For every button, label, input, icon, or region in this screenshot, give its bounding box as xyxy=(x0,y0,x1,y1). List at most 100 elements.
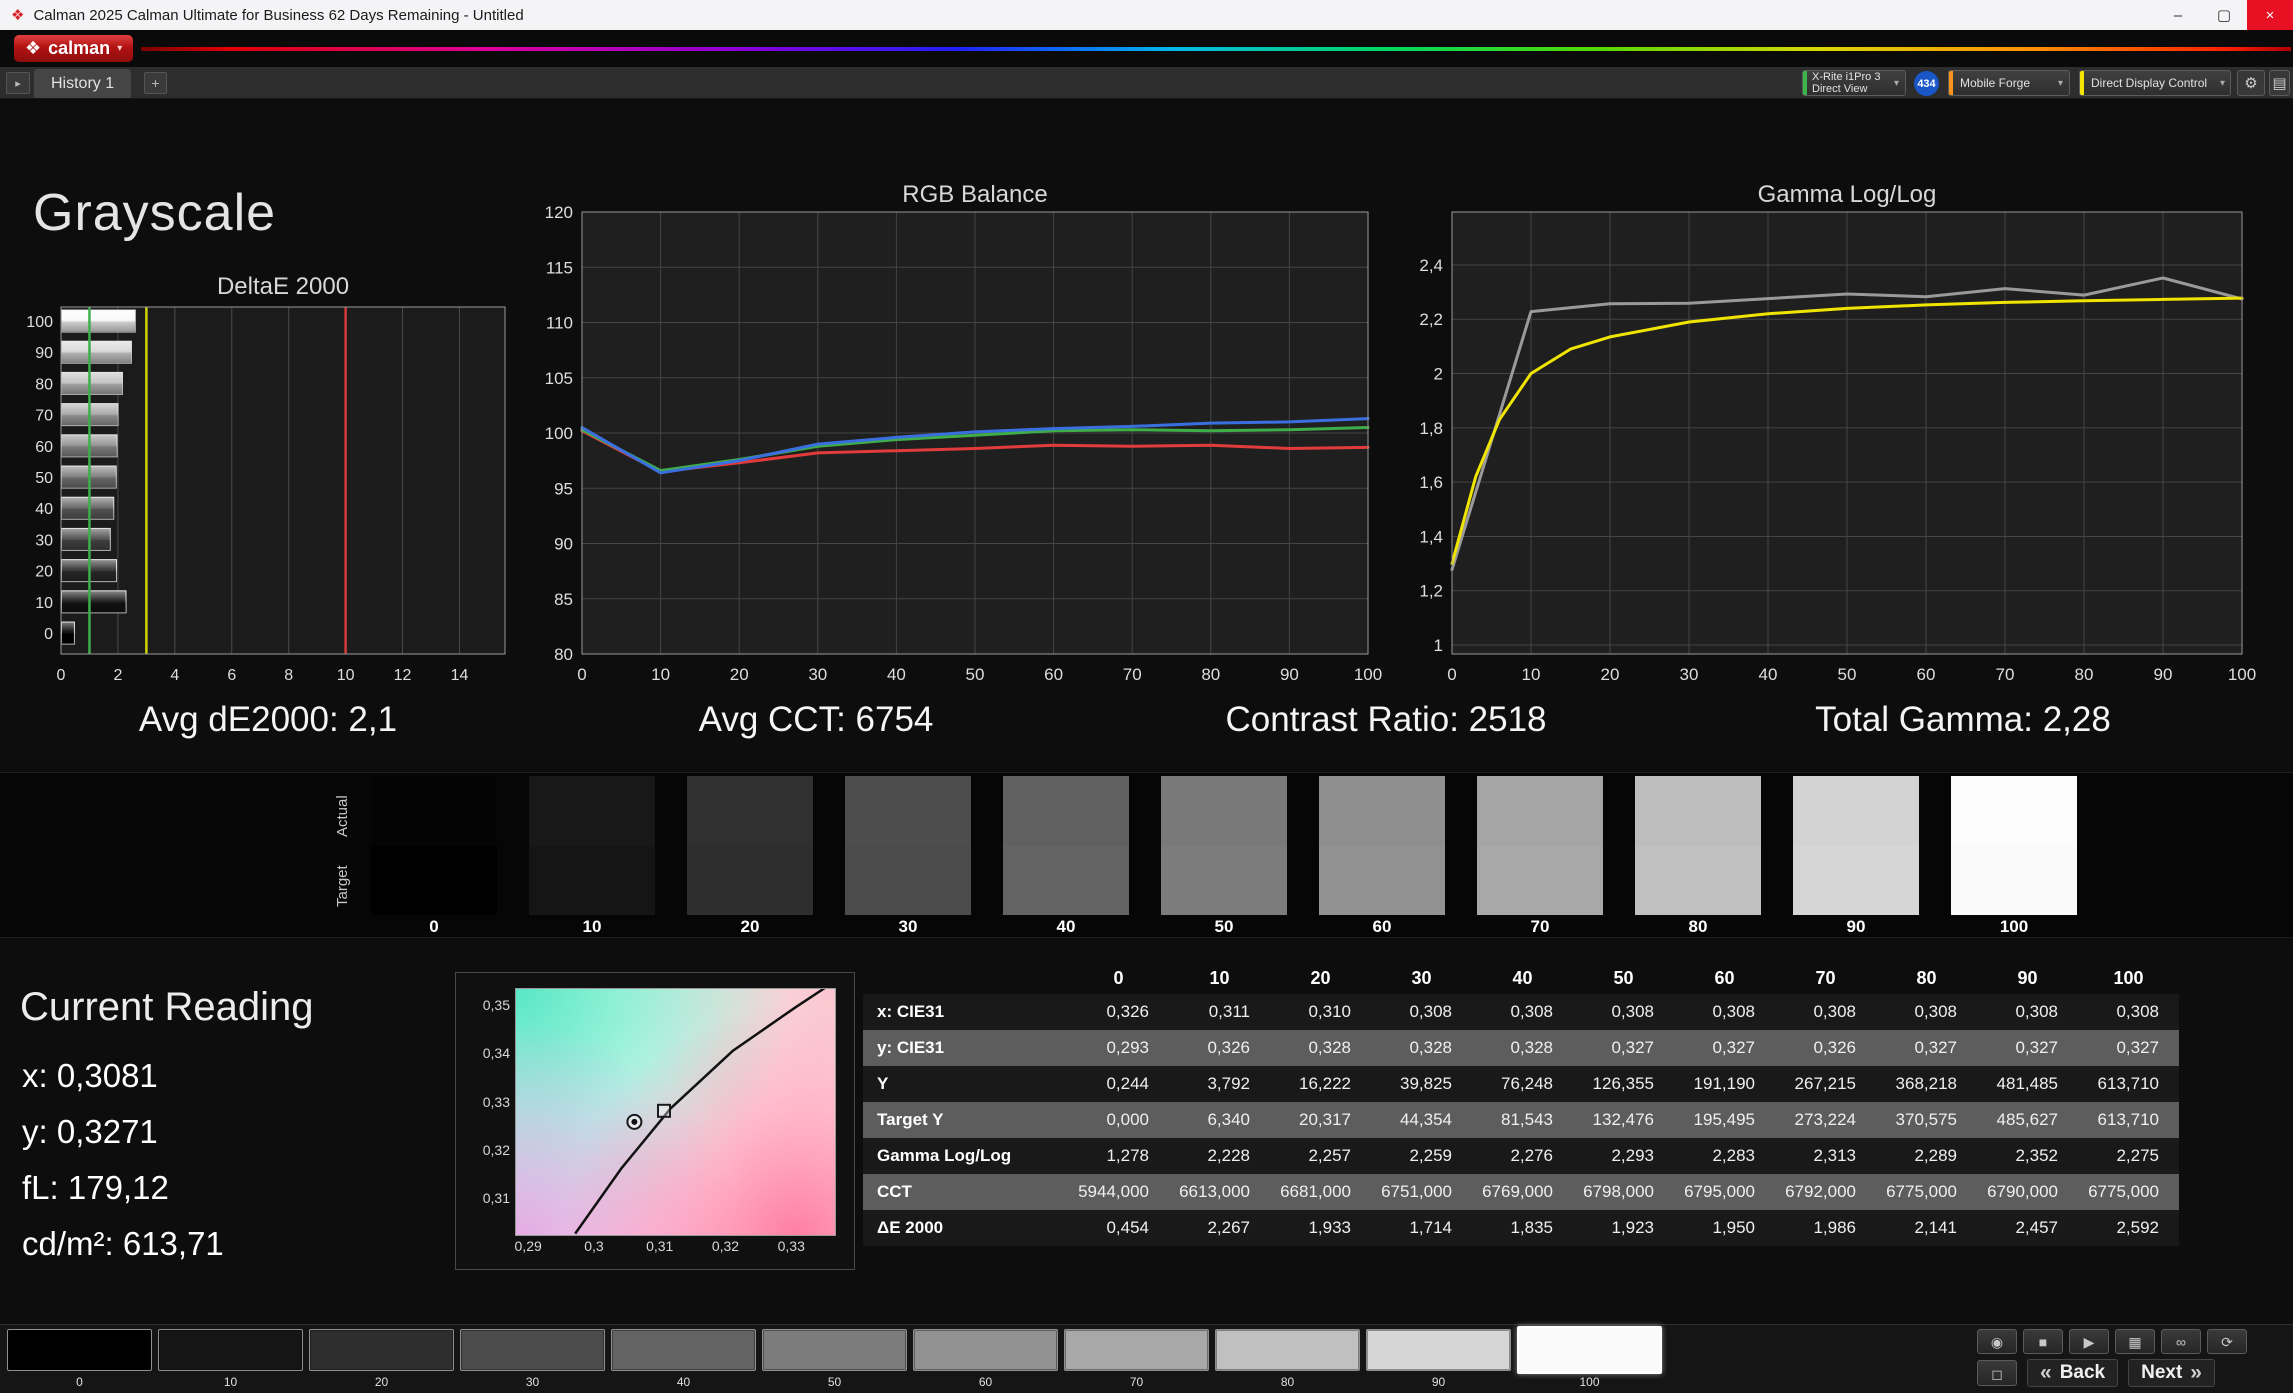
actual-swatch xyxy=(845,776,971,846)
table-cell: 2,289 xyxy=(1876,1138,1977,1174)
svg-text:110: 110 xyxy=(546,314,573,333)
target-swatch xyxy=(1793,845,1919,915)
table-cell: 2,275 xyxy=(2078,1138,2179,1174)
reading-y: y: 0,3271 xyxy=(22,1113,158,1150)
stop-icon[interactable]: ■ xyxy=(2023,1329,2063,1354)
total-gamma-summary: Total Gamma: 2,28 xyxy=(1815,700,2111,739)
level-button-30[interactable] xyxy=(460,1329,605,1371)
target-swatch xyxy=(1319,845,1445,915)
table-row-label: CCT xyxy=(863,1174,1068,1210)
target-swatch xyxy=(845,845,971,915)
svg-text:2: 2 xyxy=(113,667,122,684)
grayscale-swatch-30 xyxy=(845,776,971,915)
table-cell: 0,308 xyxy=(2078,994,2179,1030)
level-button-0[interactable] xyxy=(7,1329,152,1371)
current-reading-values: x: 0,3081 y: 0,3271 fL: 179,12 cd/m²: 61… xyxy=(22,1048,224,1272)
grayscale-swatch-40 xyxy=(1003,776,1129,915)
tab-history-1[interactable]: History 1 xyxy=(34,69,132,98)
close-button[interactable]: × xyxy=(2247,0,2293,30)
level-button-row: 0 10 20 30 40 50 60 70 80 90 100 xyxy=(0,1325,2293,1393)
table-cell: 0,308 xyxy=(1775,994,1876,1030)
chevron-down-icon: ▾ xyxy=(2057,77,2063,89)
table-row-label: y: CIE31 xyxy=(863,1030,1068,1066)
target-swatch xyxy=(1161,845,1287,915)
calman-logo-button[interactable]: ❖ calman ▾ xyxy=(14,35,134,62)
maximize-button[interactable]: ▢ xyxy=(2201,0,2247,30)
svg-text:100: 100 xyxy=(26,314,53,331)
minimize-button[interactable]: – xyxy=(2155,0,2201,30)
svg-text:50: 50 xyxy=(35,470,53,487)
meter-selector-button[interactable]: X-Rite i1Pro 3 Direct View ▾ xyxy=(1802,70,1906,96)
svg-text:80: 80 xyxy=(554,645,573,664)
level-button-100[interactable] xyxy=(1517,1326,1662,1374)
table-cell: 81,543 xyxy=(1472,1102,1573,1138)
svg-text:0: 0 xyxy=(1447,665,1456,684)
level-button-label: 90 xyxy=(1431,1375,1446,1389)
table-cell: 1,835 xyxy=(1472,1210,1573,1246)
grayscale-swatch-80 xyxy=(1635,776,1761,915)
back-button[interactable]: « Back xyxy=(2027,1359,2119,1387)
display-icon[interactable]: ◉ xyxy=(1977,1329,2017,1354)
svg-text:14: 14 xyxy=(451,667,469,684)
level-button-label: 40 xyxy=(676,1375,691,1389)
table-cell: 6792,000 xyxy=(1775,1174,1876,1210)
history-expander-button[interactable]: ▸ xyxy=(6,72,30,94)
level-button-40[interactable] xyxy=(611,1329,756,1371)
save-icon[interactable]: ▦ xyxy=(2115,1329,2155,1354)
level-button-80[interactable] xyxy=(1215,1329,1360,1371)
source-selector-button[interactable]: Mobile Forge ▾ xyxy=(1948,70,2070,96)
table-cell: 1,278 xyxy=(1068,1138,1169,1174)
titlebar: ❖ Calman 2025 Calman Ultimate for Busine… xyxy=(0,0,2293,31)
tab-toolbar: ▸ History 1 + X-Rite i1Pro 3 Direct View… xyxy=(0,67,2293,99)
actual-row-label: Actual xyxy=(334,795,351,837)
svg-text:10: 10 xyxy=(35,595,53,612)
table-cell: 267,215 xyxy=(1775,1066,1876,1102)
table-cell: 2,283 xyxy=(1674,1138,1775,1174)
table-col-header: 20 xyxy=(1270,962,1371,994)
level-button-70[interactable] xyxy=(1064,1329,1209,1371)
svg-text:4: 4 xyxy=(170,667,179,684)
svg-text:90: 90 xyxy=(2154,665,2173,684)
display-control-button[interactable]: Direct Display Control ▾ xyxy=(2079,70,2231,96)
swatch-level-label: 100 xyxy=(1999,917,2029,936)
grayscale-swatch-90 xyxy=(1793,776,1919,915)
layout-toggle-button[interactable]: ◻ xyxy=(1977,1360,2017,1386)
swatch-level-label: 70 xyxy=(1530,917,1550,936)
table-cell: 3,792 xyxy=(1169,1066,1270,1102)
meter-count-badge[interactable]: 434 xyxy=(1914,71,1939,96)
table-corner xyxy=(863,962,1068,994)
logo-bar: ❖ calman ▾ xyxy=(0,30,2293,67)
results-table: 0 10 20 30 40 50 60 70 80 90 100 x: CIE31 0,326 0,311… xyxy=(863,962,2179,1246)
svg-text:DeltaE 2000: DeltaE 2000 xyxy=(217,273,349,300)
add-tab-button[interactable]: + xyxy=(144,72,167,94)
level-button-90[interactable] xyxy=(1366,1329,1511,1371)
table-cell: 368,218 xyxy=(1876,1066,1977,1102)
display-control-label: Direct Display Control xyxy=(2091,76,2208,90)
level-button-label: 70 xyxy=(1129,1375,1144,1389)
level-button-60[interactable] xyxy=(913,1329,1058,1371)
target-row-label: Target xyxy=(334,865,351,907)
refresh-icon[interactable]: ⟳ xyxy=(2207,1329,2247,1354)
table-cell: 1,714 xyxy=(1371,1210,1472,1246)
level-button-label: 10 xyxy=(223,1375,238,1389)
level-button-50[interactable] xyxy=(762,1329,907,1371)
table-col-header: 40 xyxy=(1472,962,1573,994)
gear-icon[interactable]: ⚙ xyxy=(2237,70,2265,96)
continuous-icon[interactable]: ∞ xyxy=(2161,1329,2201,1354)
swatch-level-label: 30 xyxy=(898,917,918,936)
target-swatch xyxy=(1951,845,2077,915)
level-button-10[interactable] xyxy=(158,1329,303,1371)
level-button-20[interactable] xyxy=(309,1329,454,1371)
table-cell: 2,276 xyxy=(1472,1138,1573,1174)
svg-text:0: 0 xyxy=(577,665,586,684)
table-cell: 0,308 xyxy=(1573,994,1674,1030)
panel-icon[interactable]: ▤ xyxy=(2269,70,2290,96)
svg-text:115: 115 xyxy=(546,258,573,277)
play-icon[interactable]: ▶ xyxy=(2069,1329,2109,1354)
table-cell: 0,327 xyxy=(1876,1030,1977,1066)
grayscale-swatch-100 xyxy=(1951,776,2077,915)
cie-y-tick: 0,33 xyxy=(482,1093,510,1110)
actual-swatch xyxy=(1003,776,1129,846)
actual-swatch xyxy=(371,776,497,846)
next-button[interactable]: Next » xyxy=(2128,1359,2215,1387)
